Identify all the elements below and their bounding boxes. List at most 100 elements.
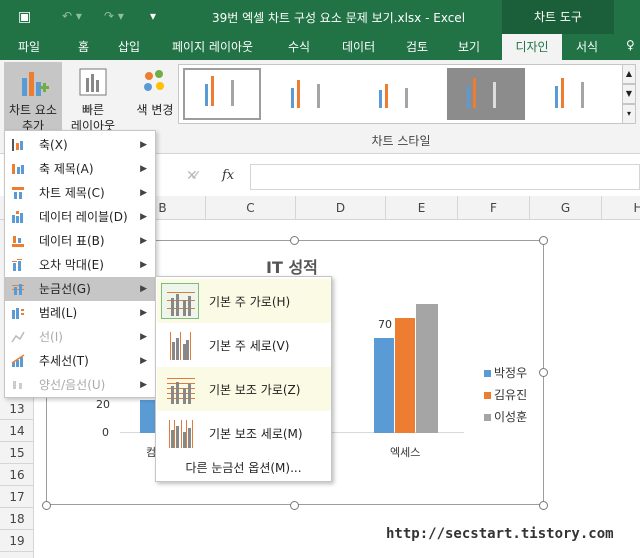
formula-input[interactable] (250, 164, 640, 190)
row-header-18[interactable]: 18 (0, 508, 34, 530)
tab-format[interactable]: 서식 (576, 38, 598, 55)
legend-label: 김유진 (494, 388, 528, 402)
legend-label: 박정우 (494, 366, 528, 380)
col-header-f[interactable]: F (458, 196, 530, 220)
bar-series1-access[interactable] (374, 338, 394, 433)
primary-major-horizontal-icon (161, 283, 199, 319)
gallery-scroll-down[interactable]: ▼ (622, 84, 636, 104)
chart-title[interactable]: IT 성적 (266, 254, 318, 278)
add-chart-element-menu: 축(X) ▶ 축 제목(A) ▶ 차트 제목(C) ▶ 데이터 레이블(D) ▶ 데이터… (4, 130, 156, 398)
menu-item-trendline[interactable]: 추세선(T) ▶ (5, 349, 155, 373)
row-header-16[interactable]: 16 (0, 464, 34, 486)
gallery-more[interactable]: ▾ (622, 104, 636, 124)
menu-item-axes[interactable]: 축(X) ▶ (5, 133, 155, 157)
change-colors-button[interactable]: 색 변경 (130, 62, 180, 130)
legend-swatch (484, 370, 491, 377)
submenu-item-primary-minor-horizontal[interactable]: 기본 보조 가로(Z) (157, 367, 331, 411)
primary-minor-horizontal-icon (167, 378, 195, 404)
customize-qat-icon[interactable]: ▾ (150, 9, 156, 23)
primary-minor-vertical-icon (169, 420, 193, 448)
bar-series2-access[interactable] (395, 318, 415, 433)
tab-formulas[interactable]: 수식 (288, 38, 310, 55)
legend-label: 이성훈 (494, 410, 528, 424)
chart-style-3[interactable] (359, 68, 437, 120)
tab-page-layout[interactable]: 페이지 레이아웃 (172, 38, 253, 55)
col-header-g[interactable]: G (530, 196, 602, 220)
watermark-url: http://secstart.tistory.com (386, 526, 614, 542)
resize-handle-t[interactable] (290, 236, 299, 245)
row-header-19[interactable]: 19 (0, 530, 34, 552)
tab-data[interactable]: 데이터 (342, 38, 375, 55)
col-header-c[interactable]: C (206, 196, 296, 220)
add-chart-element-label-1: 차트 요소 (9, 103, 57, 117)
undo-icon[interactable]: ↶ ▾ (62, 9, 82, 23)
tab-file[interactable]: 파일 (18, 38, 40, 55)
menu-item-error-bars[interactable]: 오차 막대(E) ▶ (5, 253, 155, 277)
lines-icon (11, 331, 25, 343)
legend-swatch (484, 392, 491, 399)
palette-icon (144, 70, 164, 91)
resize-handle-b[interactable] (290, 501, 299, 510)
ribbon-tabs: 파일 홈 삽입 페이지 레이아웃 수식 데이터 검토 보기 디자인 서식 ♀ (0, 34, 640, 60)
enter-icon[interactable]: ✓ (190, 168, 202, 184)
tab-view[interactable]: 보기 (458, 38, 480, 55)
x-tick-label: 엑세스 (390, 446, 421, 459)
bar-series1-computer[interactable] (140, 400, 156, 433)
legend-item[interactable]: 박정우 (484, 364, 527, 381)
menu-item-chart-title[interactable]: 차트 제목(C) ▶ (5, 181, 155, 205)
menu-item-axis-titles[interactable]: 축 제목(A) ▶ (5, 157, 155, 181)
tab-insert[interactable]: 삽입 (118, 38, 140, 55)
gallery-scroll-up[interactable]: ▲ (622, 64, 636, 84)
quick-layout-button[interactable]: 빠른 레이아웃 (64, 62, 122, 133)
error-bars-icon (12, 259, 22, 271)
row-header-17[interactable]: 17 (0, 486, 34, 508)
lightbulb-icon[interactable]: ♀ (626, 38, 635, 52)
redo-icon[interactable]: ↷ ▾ (104, 9, 124, 23)
submenu-item-primary-minor-vertical[interactable]: 기본 보조 세로(M) (157, 411, 331, 455)
quick-layout-icon (79, 68, 107, 96)
tab-home[interactable]: 홈 (78, 38, 89, 55)
menu-item-gridlines[interactable]: 눈금선(G) ▶ (5, 277, 155, 301)
data-label[interactable]: 70 (378, 318, 392, 331)
add-chart-element-icon (22, 72, 49, 96)
up-down-bars-icon (13, 381, 22, 389)
data-labels-icon (12, 211, 23, 223)
data-table-icon (12, 236, 24, 247)
resize-handle-tr[interactable] (539, 236, 548, 245)
chart-style-5[interactable] (535, 68, 619, 120)
legend-icon (12, 308, 24, 319)
menu-item-data-labels[interactable]: 데이터 레이블(D) ▶ (5, 205, 155, 229)
row-header-15[interactable]: 15 (0, 442, 34, 464)
more-gridline-options[interactable]: 다른 눈금선 옵션(M)... (156, 459, 331, 476)
resize-handle-bl[interactable] (42, 501, 51, 510)
chart-style-4[interactable] (447, 68, 525, 120)
bar-series3-access[interactable] (416, 304, 438, 433)
row-header-14[interactable]: 14 (0, 420, 34, 442)
resize-handle-r[interactable] (539, 368, 548, 377)
col-header-d[interactable]: D (296, 196, 386, 220)
tab-design[interactable]: 디자인 (502, 34, 562, 60)
gridlines-icon (12, 284, 24, 295)
chart-styles-group-label: 차트 스타일 (371, 134, 431, 148)
legend-item[interactable]: 이성훈 (484, 408, 527, 425)
save-icon[interactable]: ▣ (18, 9, 31, 25)
chart-style-2[interactable] (271, 68, 349, 120)
col-header-e[interactable]: E (386, 196, 458, 220)
menu-item-up-down-bars: 양선/음선(U) ▶ (5, 373, 155, 397)
y-tick-label: 0 (102, 426, 109, 439)
submenu-item-primary-major-vertical[interactable]: 기본 주 세로(V) (157, 323, 331, 367)
insert-function-icon[interactable]: fx (222, 168, 234, 183)
chart-style-1[interactable] (183, 68, 261, 120)
row-header-13[interactable]: 13 (0, 398, 34, 420)
add-chart-element-button[interactable]: 차트 요소 추가 (4, 62, 62, 133)
resize-handle-br[interactable] (539, 501, 548, 510)
window-title: 39번 엑셀 차트 구성 요소 문제 보기.xlsx - Excel (212, 11, 466, 25)
menu-item-legend[interactable]: 범례(L) ▶ (5, 301, 155, 325)
tab-review[interactable]: 검토 (406, 38, 428, 55)
submenu-item-primary-major-horizontal[interactable]: 기본 주 가로(H) (157, 279, 331, 323)
col-header-h[interactable]: H (602, 196, 640, 220)
menu-item-data-table[interactable]: 데이터 표(B) ▶ (5, 229, 155, 253)
axis-titles-icon (12, 164, 24, 174)
legend-item[interactable]: 김유진 (484, 386, 527, 403)
quick-layout-label-1: 빠른 (81, 103, 105, 117)
